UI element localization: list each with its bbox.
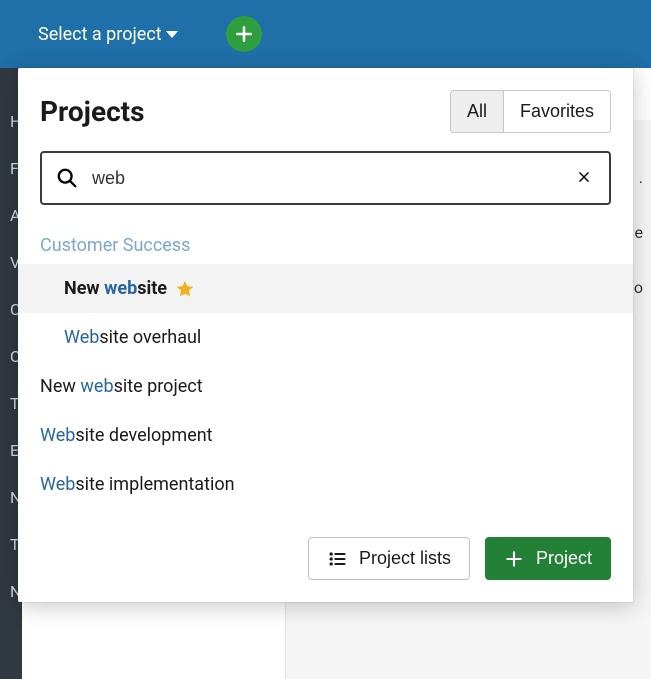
- result-item[interactable]: Website development: [18, 411, 633, 460]
- new-project-button[interactable]: Project: [485, 537, 611, 580]
- result-item[interactable]: New website project: [18, 362, 633, 411]
- filter-segmented: All Favorites: [450, 90, 611, 133]
- result-item[interactable]: Website implementation: [18, 460, 633, 509]
- project-lists-label: Project lists: [359, 548, 451, 569]
- caret-down-icon: [166, 31, 178, 38]
- plus-icon: [504, 549, 524, 569]
- select-project-button[interactable]: Select a project: [38, 24, 178, 45]
- result-text: Website overhaul: [64, 327, 201, 348]
- tab-all[interactable]: All: [451, 91, 503, 132]
- plus-icon: [234, 24, 254, 44]
- results-list: New website Website overhaul New website…: [18, 264, 633, 509]
- search-input[interactable]: [92, 168, 559, 189]
- result-text: New website: [64, 278, 167, 299]
- result-text: Website implementation: [40, 474, 235, 495]
- panel-header: Projects All Favorites: [18, 68, 633, 151]
- clear-search-button[interactable]: [573, 168, 595, 189]
- search-icon: [56, 167, 78, 189]
- search-wrap: [18, 151, 633, 227]
- select-project-label: Select a project: [38, 24, 162, 45]
- projects-panel: Projects All Favorites Customer Success …: [18, 68, 633, 602]
- panel-footer: Project lists Project: [18, 509, 633, 602]
- result-text: Website development: [40, 425, 213, 446]
- star-icon: [175, 279, 195, 299]
- close-icon: [577, 170, 591, 184]
- result-text: New website project: [40, 376, 203, 397]
- search-box[interactable]: [40, 151, 611, 205]
- project-lists-button[interactable]: Project lists: [308, 537, 470, 580]
- group-label[interactable]: Customer Success: [18, 227, 633, 264]
- result-item[interactable]: New website: [18, 264, 633, 313]
- top-bar: Select a project: [0, 0, 651, 68]
- tab-favorites[interactable]: Favorites: [503, 91, 610, 132]
- result-item[interactable]: Website overhaul: [18, 313, 633, 362]
- panel-title: Projects: [40, 95, 145, 128]
- list-icon: [327, 549, 347, 569]
- add-button[interactable]: [226, 16, 262, 52]
- new-project-label: Project: [536, 548, 592, 569]
